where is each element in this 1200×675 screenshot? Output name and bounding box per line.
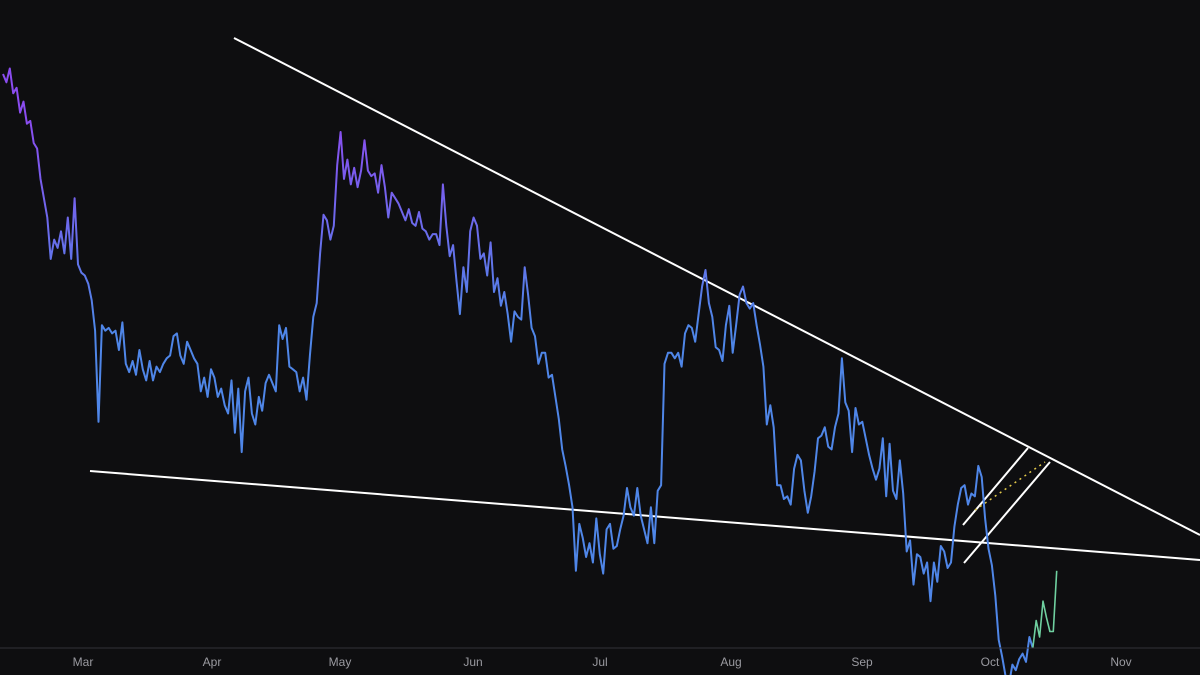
x-tick-label: Apr [203, 655, 222, 669]
x-tick-label: Jun [463, 655, 482, 669]
x-tick-label: May [329, 655, 352, 669]
x-tick-label: Oct [981, 655, 1000, 669]
price-chart: Mar Apr May Jun Jul Aug Sep Oct Nov [0, 0, 1200, 675]
x-tick-label: Sep [851, 655, 873, 669]
x-tick-label: Jul [592, 655, 607, 669]
chart-background [0, 0, 1200, 675]
x-tick-label: Nov [1110, 655, 1131, 669]
x-tick-label: Aug [720, 655, 741, 669]
x-tick-label: Mar [73, 655, 94, 669]
